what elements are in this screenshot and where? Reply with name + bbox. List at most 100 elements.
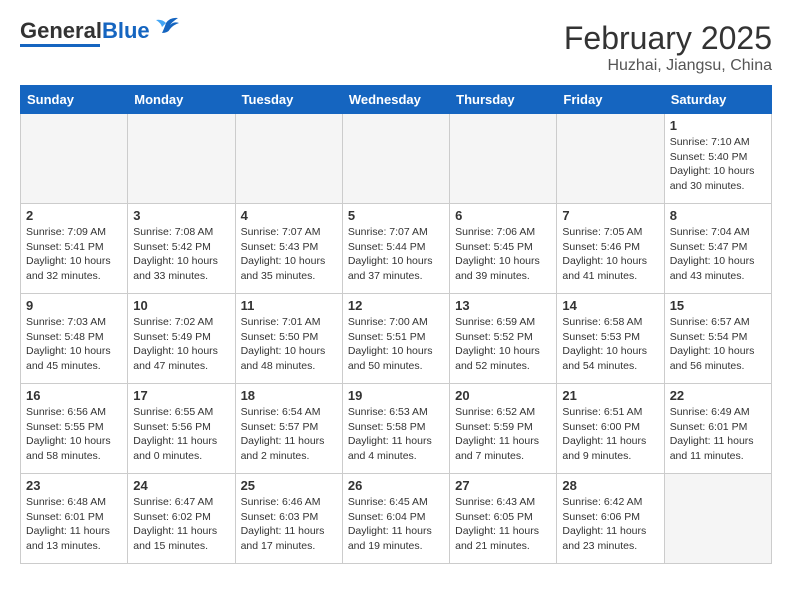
logo: GeneralBlue: [20, 20, 180, 47]
day-number: 3: [133, 208, 229, 223]
day-header-monday: Monday: [128, 86, 235, 114]
day-number: 19: [348, 388, 444, 403]
day-info: Sunrise: 7:03 AM Sunset: 5:48 PM Dayligh…: [26, 315, 122, 374]
day-info: Sunrise: 6:42 AM Sunset: 6:06 PM Dayligh…: [562, 495, 658, 554]
day-info: Sunrise: 7:09 AM Sunset: 5:41 PM Dayligh…: [26, 225, 122, 284]
day-number: 20: [455, 388, 551, 403]
calendar-day-cell: 5Sunrise: 7:07 AM Sunset: 5:44 PM Daylig…: [342, 204, 449, 294]
day-info: Sunrise: 6:59 AM Sunset: 5:52 PM Dayligh…: [455, 315, 551, 374]
day-info: Sunrise: 7:05 AM Sunset: 5:46 PM Dayligh…: [562, 225, 658, 284]
calendar-day-cell: [128, 114, 235, 204]
calendar-day-cell: 19Sunrise: 6:53 AM Sunset: 5:58 PM Dayli…: [342, 384, 449, 474]
day-number: 13: [455, 298, 551, 313]
month-title: February 2025: [564, 20, 772, 57]
day-number: 7: [562, 208, 658, 223]
day-header-sunday: Sunday: [21, 86, 128, 114]
day-number: 27: [455, 478, 551, 493]
title-block: February 2025 Huzhai, Jiangsu, China: [564, 20, 772, 75]
calendar-day-cell: 23 Sunrise: 6:48 AM Sunset: 6:01 PM Dayli…: [21, 474, 128, 564]
day-header-wednesday: Wednesday: [342, 86, 449, 114]
day-header-thursday: Thursday: [450, 86, 557, 114]
day-number: 22: [670, 388, 766, 403]
calendar-day-cell: 15Sunrise: 6:57 AM Sunset: 5:54 PM Dayli…: [664, 294, 771, 384]
day-number: 2: [26, 208, 122, 223]
day-info: Sunrise: 7:08 AM Sunset: 5:42 PM Dayligh…: [133, 225, 229, 284]
day-info: Sunrise: 6:46 AM Sunset: 6:03 PM Dayligh…: [241, 495, 337, 554]
day-info: Sunrise: 7:02 AM Sunset: 5:49 PM Dayligh…: [133, 315, 229, 374]
calendar-day-cell: 11 Sunrise: 7:01 AM Sunset: 5:50 PM Dayli…: [235, 294, 342, 384]
day-info: Sunrise: 6:45 AM Sunset: 6:04 PM Dayligh…: [348, 495, 444, 554]
page-header: GeneralBlue February 2025 Huzhai, Jiangs…: [20, 20, 772, 75]
day-number: 25: [241, 478, 337, 493]
day-info: Sunrise: 7:04 AM Sunset: 5:47 PM Dayligh…: [670, 225, 766, 284]
day-info: Sunrise: 7:07 AM Sunset: 5:43 PM Dayligh…: [241, 225, 337, 284]
day-number: 10: [133, 298, 229, 313]
calendar-table: SundayMondayTuesdayWednesdayThursdayFrid…: [20, 85, 772, 564]
day-info: Sunrise: 6:57 AM Sunset: 5:54 PM Dayligh…: [670, 315, 766, 374]
logo-blue: Blue: [102, 18, 150, 43]
calendar-day-cell: 6Sunrise: 7:06 AM Sunset: 5:45 PM Daylig…: [450, 204, 557, 294]
day-info: Sunrise: 6:51 AM Sunset: 6:00 PM Dayligh…: [562, 405, 658, 464]
day-number: 6: [455, 208, 551, 223]
day-number: 8: [670, 208, 766, 223]
day-number: 1: [670, 118, 766, 133]
calendar-week-row: 23 Sunrise: 6:48 AM Sunset: 6:01 PM Dayli…: [21, 474, 772, 564]
calendar-day-cell: 18Sunrise: 6:54 AM Sunset: 5:57 PM Dayli…: [235, 384, 342, 474]
calendar-day-cell: 1 Sunrise: 7:10 AM Sunset: 5:40 PM Daylig…: [664, 114, 771, 204]
day-number: 26: [348, 478, 444, 493]
calendar-day-cell: [21, 114, 128, 204]
day-number: 17: [133, 388, 229, 403]
calendar-week-row: 1 Sunrise: 7:10 AM Sunset: 5:40 PM Daylig…: [21, 114, 772, 204]
calendar-day-cell: 27 Sunrise: 6:43 AM Sunset: 6:05 PM Dayli…: [450, 474, 557, 564]
day-info: Sunrise: 7:10 AM Sunset: 5:40 PM Dayligh…: [670, 135, 766, 194]
day-header-saturday: Saturday: [664, 86, 771, 114]
calendar-day-cell: [557, 114, 664, 204]
calendar-day-cell: 13 Sunrise: 6:59 AM Sunset: 5:52 PM Dayli…: [450, 294, 557, 384]
calendar-day-cell: 20 Sunrise: 6:52 AM Sunset: 5:59 PM Dayli…: [450, 384, 557, 474]
calendar-day-cell: 2 Sunrise: 7:09 AM Sunset: 5:41 PM Daylig…: [21, 204, 128, 294]
calendar-week-row: 16Sunrise: 6:56 AM Sunset: 5:55 PM Dayli…: [21, 384, 772, 474]
day-info: Sunrise: 6:56 AM Sunset: 5:55 PM Dayligh…: [26, 405, 122, 464]
calendar-day-cell: [235, 114, 342, 204]
day-number: 12: [348, 298, 444, 313]
calendar-day-cell: 4Sunrise: 7:07 AM Sunset: 5:43 PM Daylig…: [235, 204, 342, 294]
day-number: 14: [562, 298, 658, 313]
calendar-day-cell: 14 Sunrise: 6:58 AM Sunset: 5:53 PM Dayli…: [557, 294, 664, 384]
day-number: 9: [26, 298, 122, 313]
day-number: 24: [133, 478, 229, 493]
day-number: 11: [241, 298, 337, 313]
day-info: Sunrise: 7:01 AM Sunset: 5:50 PM Dayligh…: [241, 315, 337, 374]
day-info: Sunrise: 6:49 AM Sunset: 6:01 PM Dayligh…: [670, 405, 766, 464]
day-number: 5: [348, 208, 444, 223]
calendar-day-cell: 24Sunrise: 6:47 AM Sunset: 6:02 PM Dayli…: [128, 474, 235, 564]
logo-bird-icon: [152, 15, 180, 37]
calendar-day-cell: [664, 474, 771, 564]
logo-general: General: [20, 18, 102, 43]
day-header-friday: Friday: [557, 86, 664, 114]
day-info: Sunrise: 6:43 AM Sunset: 6:05 PM Dayligh…: [455, 495, 551, 554]
calendar-day-cell: 9 Sunrise: 7:03 AM Sunset: 5:48 PM Daylig…: [21, 294, 128, 384]
day-number: 18: [241, 388, 337, 403]
calendar-day-cell: 21 Sunrise: 6:51 AM Sunset: 6:00 PM Dayli…: [557, 384, 664, 474]
day-number: 21: [562, 388, 658, 403]
day-info: Sunrise: 6:52 AM Sunset: 5:59 PM Dayligh…: [455, 405, 551, 464]
calendar-day-cell: [342, 114, 449, 204]
day-number: 23: [26, 478, 122, 493]
day-info: Sunrise: 6:48 AM Sunset: 6:01 PM Dayligh…: [26, 495, 122, 554]
location-subtitle: Huzhai, Jiangsu, China: [564, 57, 772, 75]
calendar-header-row: SundayMondayTuesdayWednesdayThursdayFrid…: [21, 86, 772, 114]
day-info: Sunrise: 7:00 AM Sunset: 5:51 PM Dayligh…: [348, 315, 444, 374]
day-header-tuesday: Tuesday: [235, 86, 342, 114]
day-number: 28: [562, 478, 658, 493]
calendar-day-cell: 7 Sunrise: 7:05 AM Sunset: 5:46 PM Daylig…: [557, 204, 664, 294]
calendar-day-cell: 26 Sunrise: 6:45 AM Sunset: 6:04 PM Dayli…: [342, 474, 449, 564]
day-info: Sunrise: 6:58 AM Sunset: 5:53 PM Dayligh…: [562, 315, 658, 374]
calendar-day-cell: [450, 114, 557, 204]
calendar-week-row: 9 Sunrise: 7:03 AM Sunset: 5:48 PM Daylig…: [21, 294, 772, 384]
logo-text: GeneralBlue: [20, 20, 150, 42]
calendar-day-cell: 16Sunrise: 6:56 AM Sunset: 5:55 PM Dayli…: [21, 384, 128, 474]
calendar-day-cell: 25 Sunrise: 6:46 AM Sunset: 6:03 PM Dayli…: [235, 474, 342, 564]
logo-underline: [20, 44, 100, 47]
calendar-day-cell: 17 Sunrise: 6:55 AM Sunset: 5:56 PM Dayli…: [128, 384, 235, 474]
day-info: Sunrise: 6:55 AM Sunset: 5:56 PM Dayligh…: [133, 405, 229, 464]
